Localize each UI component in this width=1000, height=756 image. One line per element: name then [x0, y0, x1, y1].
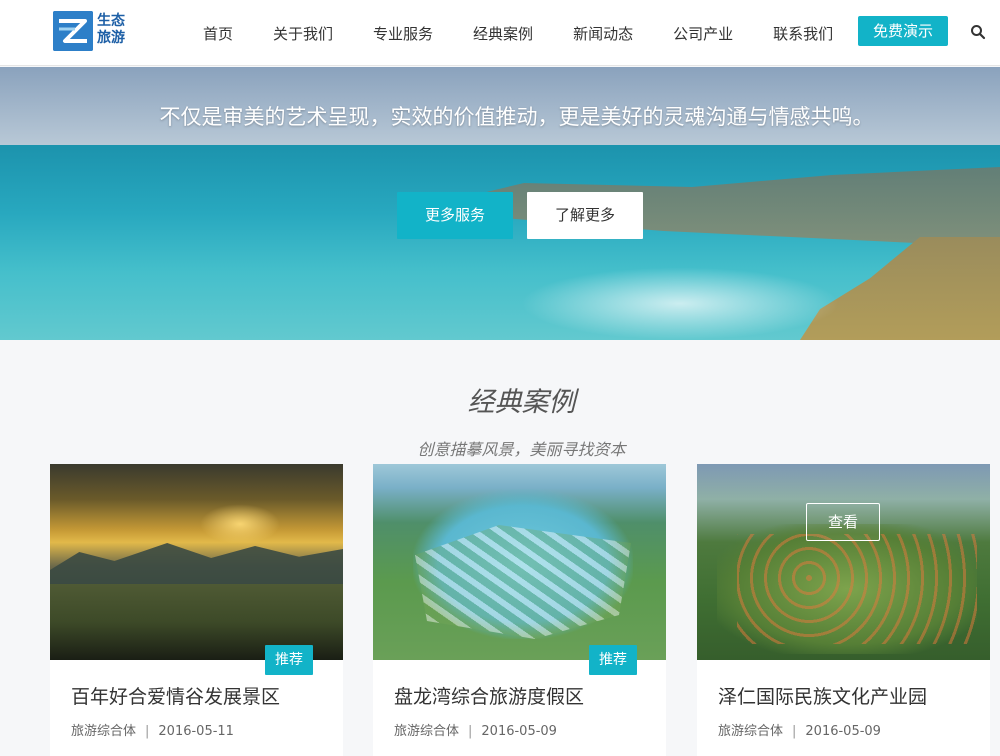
site-header: 生态 旅游 首页 关于我们 专业服务 经典案例 新闻动态 公司产业 联系我们 免… [0, 0, 1000, 66]
view-button[interactable]: 查看 [806, 503, 880, 541]
case-name[interactable]: 泽仁国际民族文化产业园 [718, 682, 927, 709]
meta-separator: | [792, 724, 797, 739]
main-nav: 首页 关于我们 专业服务 经典案例 新闻动态 公司产业 联系我们 [188, 0, 873, 66]
more-services-button[interactable]: 更多服务 [397, 192, 513, 239]
case-category: 旅游综合体 [718, 724, 784, 739]
logo[interactable]: 生态 旅游 [53, 11, 153, 53]
case-date: 2016-05-09 [481, 724, 557, 739]
free-demo-button[interactable]: 免费演示 [858, 16, 948, 46]
logo-text-line1: 生态 [97, 13, 125, 29]
cases-subtitle: 创意描摹风景，美丽寻找资本 [417, 440, 626, 459]
case-date: 2016-05-11 [158, 724, 234, 739]
meta-separator: | [468, 724, 473, 739]
learn-more-button[interactable]: 了解更多 [527, 192, 643, 239]
logo-text-line2: 旅游 [97, 30, 125, 46]
nav-item-cases[interactable]: 经典案例 [473, 23, 533, 44]
nav-item-home[interactable]: 首页 [203, 23, 233, 44]
case-date: 2016-05-09 [805, 724, 881, 739]
meta-separator: | [145, 724, 150, 739]
logo-text: 生态 旅游 [97, 13, 125, 47]
case-image-sun [200, 504, 280, 544]
logo-mark-icon [53, 11, 93, 51]
case-meta: 旅游综合体 | 2016-05-11 [71, 720, 234, 739]
cases-title: 经典案例 [467, 387, 576, 418]
search-icon[interactable] [970, 24, 986, 40]
case-card[interactable]: 查看 泽仁国际民族文化产业园 旅游综合体 | 2016-05-09 [697, 464, 990, 756]
case-name[interactable]: 百年好合爱情谷发展景区 [71, 682, 280, 709]
case-category: 旅游综合体 [71, 724, 137, 739]
case-image-attractions [737, 534, 977, 644]
case-category: 旅游综合体 [394, 724, 460, 739]
case-image[interactable]: 查看 [697, 464, 990, 660]
case-image[interactable] [373, 464, 666, 660]
case-meta: 旅游综合体 | 2016-05-09 [718, 720, 881, 739]
recommend-badge: 推荐 [589, 645, 637, 675]
nav-item-industry[interactable]: 公司产业 [673, 23, 733, 44]
hero-foam [520, 267, 840, 340]
case-card[interactable]: 推荐 百年好合爱情谷发展景区 旅游综合体 | 2016-05-11 [50, 464, 343, 756]
hero-title: 不仅是审美的艺术呈现，实效的价值推动，更是美好的灵魂沟通与情感共鸣。 [159, 105, 874, 129]
case-card[interactable]: 推荐 盘龙湾综合旅游度假区 旅游综合体 | 2016-05-09 [373, 464, 666, 756]
case-meta: 旅游综合体 | 2016-05-09 [394, 720, 557, 739]
nav-item-contact[interactable]: 联系我们 [773, 23, 833, 44]
nav-item-services[interactable]: 专业服务 [373, 23, 433, 44]
nav-item-about[interactable]: 关于我们 [273, 23, 333, 44]
case-name[interactable]: 盘龙湾综合旅游度假区 [394, 682, 584, 709]
recommend-badge: 推荐 [265, 645, 313, 675]
nav-item-news[interactable]: 新闻动态 [573, 23, 633, 44]
hero-banner: 不仅是审美的艺术呈现，实效的价值推动，更是美好的灵魂沟通与情感共鸣。 更多服务 … [0, 67, 1000, 340]
case-image[interactable] [50, 464, 343, 660]
